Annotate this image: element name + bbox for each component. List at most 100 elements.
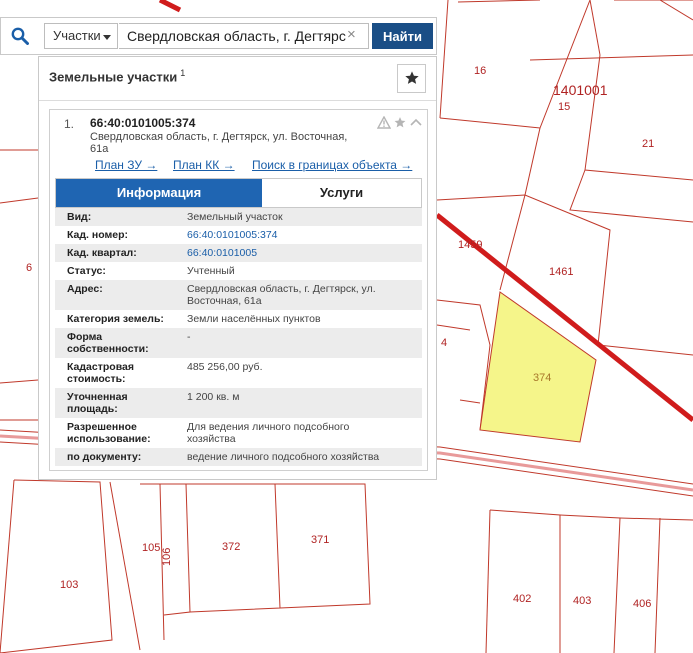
- row-value: Земли населённых пунктов: [187, 313, 321, 325]
- row-key: Кадастровая: [67, 361, 134, 373]
- parcel-border: [457, 0, 541, 3]
- search-input[interactable]: [119, 23, 369, 49]
- parcel-label-selected: 374: [533, 372, 551, 384]
- row-key: Адрес:: [67, 283, 103, 295]
- row-key: по документу:: [67, 451, 142, 463]
- table-row: Категория земель: Земли населённых пункт…: [55, 310, 422, 328]
- address-line: 61а: [90, 143, 109, 155]
- panel-title: Земельные участки 1: [49, 68, 185, 84]
- star-icon[interactable]: [393, 116, 407, 134]
- row-key: Форма: [67, 331, 103, 343]
- row-value: Для ведения личного подсобного: [187, 421, 350, 433]
- table-row: Вид: Земельный участок: [55, 208, 422, 226]
- category-dropdown[interactable]: Участки: [44, 23, 118, 49]
- favorites-button[interactable]: [397, 64, 426, 93]
- row-key: Кад. квартал:: [67, 247, 137, 259]
- row-key: Категория земель:: [67, 313, 164, 325]
- parcel-label: 406: [633, 598, 651, 610]
- parcel-label: 372: [222, 541, 240, 553]
- result-count: 1: [180, 68, 186, 78]
- parcel-border: [436, 324, 471, 331]
- parcel-label: 105: [142, 542, 160, 554]
- row-key: Статус:: [67, 265, 106, 277]
- cadastral-number-link[interactable]: 66:40:0101005:374: [187, 229, 412, 241]
- search-icon[interactable]: [1, 18, 37, 54]
- warning-icon[interactable]: [376, 115, 392, 134]
- table-row: Уточненная площадь: 1 200 кв. м: [55, 388, 422, 418]
- clear-icon[interactable]: ×: [347, 27, 356, 43]
- row-key: использование:: [67, 433, 151, 445]
- row-key: Кад. номер:: [67, 229, 129, 241]
- cadastral-quarter-link[interactable]: 66:40:0101005: [187, 247, 412, 259]
- row-value: 1 200 кв. м: [187, 391, 240, 403]
- info-tabs: Информация Услуги: [55, 178, 422, 208]
- panel-title-text: Земельные участки: [49, 69, 178, 85]
- row-value: -: [187, 331, 191, 343]
- search-bar: Участки × Найти: [0, 17, 437, 55]
- tab-information[interactable]: Информация: [56, 179, 262, 207]
- parcel-border: [0, 479, 15, 653]
- parcel-border: [436, 299, 491, 431]
- parcel-border: [0, 379, 39, 384]
- divider: [39, 100, 436, 101]
- row-key: Вид:: [67, 211, 92, 223]
- row-key: Уточненная: [67, 391, 128, 403]
- parcel-border: [659, 0, 693, 21]
- parcel-label: 4: [441, 337, 447, 349]
- row-value: 485 256,00 руб.: [187, 361, 263, 373]
- parcel-label: 21: [642, 138, 654, 150]
- cadastral-block-label: 1401001: [553, 82, 608, 98]
- table-row: Разрешенное использование: Для ведения л…: [55, 418, 422, 448]
- parcel-border: [584, 54, 693, 181]
- result-address: Свердловская область, г. Дегтярск, ул. В…: [90, 131, 350, 155]
- parcel-border: [654, 517, 661, 653]
- find-button[interactable]: Найти: [372, 23, 433, 49]
- kk-plan-link[interactable]: План КК →: [173, 158, 235, 172]
- row-value: хозяйства: [187, 433, 236, 445]
- star-icon: [405, 71, 419, 84]
- parcel-border: [489, 509, 561, 653]
- row-value: Восточная, 61а: [187, 295, 262, 307]
- chevron-down-icon: [103, 35, 111, 40]
- row-value: ведение личного подсобного хозяйства: [187, 451, 380, 463]
- red-road-line: [158, 0, 182, 13]
- parcel-label: 402: [513, 593, 531, 605]
- parcel-label: 103: [60, 579, 78, 591]
- parcel-border: [589, 0, 601, 56]
- table-row: по документу: ведение личного подсобного…: [55, 448, 422, 466]
- parcel-label: 371: [311, 534, 329, 546]
- table-row: Статус: Учтенный: [55, 262, 422, 280]
- table-row: Форма собственности: -: [55, 328, 422, 358]
- parcel-label: 1461: [549, 266, 573, 278]
- address-line: Свердловская область, г. Дегтярск, ул. В…: [90, 131, 348, 143]
- row-key: собственности:: [67, 343, 149, 355]
- chevron-up-icon[interactable]: [409, 116, 423, 134]
- parcel-label: 1459: [458, 239, 482, 251]
- row-value: Свердловская область, г. Дегтярск, ул.: [187, 283, 376, 295]
- parcel-label: 16: [474, 65, 486, 77]
- tab-services[interactable]: Услуги: [262, 179, 421, 207]
- result-cadastral-number[interactable]: 66:40:0101005:374: [90, 116, 195, 130]
- zu-plan-link[interactable]: План ЗУ →: [95, 158, 157, 172]
- parcel-border: [0, 197, 39, 204]
- table-row: Кадастровая стоимость: 485 256,00 руб.: [55, 358, 422, 388]
- result-card: 1. 66:40:0101005:374 Свердловская област…: [49, 109, 428, 471]
- parcel-border: [439, 0, 449, 119]
- parcel-border: [559, 514, 621, 653]
- selected-parcel-374[interactable]: [479, 291, 597, 443]
- row-value: Земельный участок: [187, 211, 283, 223]
- table-row: Кад. квартал: 66:40:0101005: [55, 244, 422, 262]
- search-in-bounds-link[interactable]: Поиск в границах объекта →: [252, 158, 412, 172]
- category-label: Участки: [53, 28, 101, 43]
- parcel-border: [275, 483, 371, 609]
- results-panel: Земельные участки 1 1. 66:40:0101005:374 …: [38, 56, 437, 480]
- parcel-border: [529, 54, 693, 61]
- parcel-label: 15: [558, 101, 570, 113]
- table-row: Кад. номер: 66:40:0101005:374: [55, 226, 422, 244]
- parcel-label: 403: [573, 595, 591, 607]
- parcel-border: [485, 509, 491, 653]
- info-table: Вид: Земельный участок Кад. номер: 66:40…: [55, 208, 422, 466]
- parcel-label: 106: [161, 548, 173, 566]
- row-key: стоимость:: [67, 373, 126, 385]
- row-key: Разрешенное: [67, 421, 137, 433]
